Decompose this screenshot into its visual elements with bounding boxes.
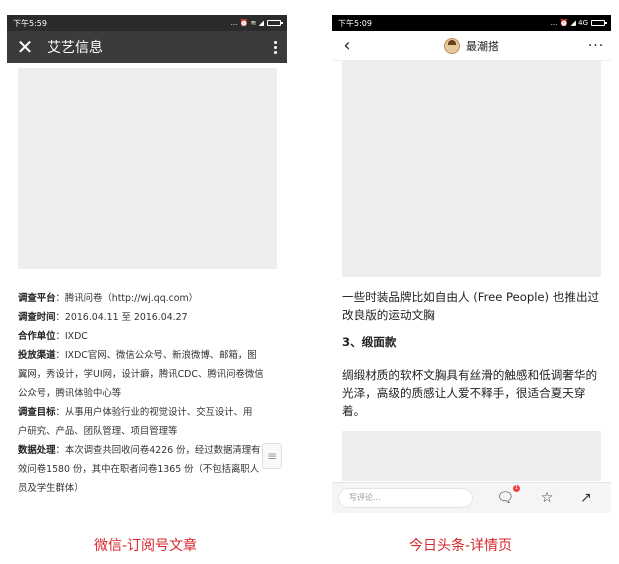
status-time: 下午5:09 (338, 18, 372, 28)
bottom-action-bar: 写评论... 🗨︎ 1 ☆ ↗ (332, 482, 611, 513)
caption-wechat: 微信-订阅号文章 (94, 538, 198, 554)
field-label: 投放渠道 (18, 350, 56, 361)
status-bar: 下午5:59 ... ⏰ ≋ ◢ (7, 15, 287, 31)
article-image-bottom (342, 431, 601, 481)
app-bar: ‹ 最潮搭 ··· (332, 31, 611, 61)
close-icon[interactable]: ✕ (7, 31, 43, 63)
article-paragraph: 一些时装品牌比如自由人 (Free People) 也推出过改良版的运动文胸 (342, 290, 600, 322)
star-icon[interactable]: ☆ (541, 490, 554, 506)
article-line: 翼网，秀设计，学UI网，设计癖，腾讯CDC、腾讯问卷微信 (18, 365, 280, 384)
more-menu-icon[interactable] (263, 40, 287, 54)
comment-input[interactable]: 写评论... (338, 488, 473, 508)
caption-toutiao: 今日头条-详情页 (409, 538, 513, 554)
status-icons: ... ⏰ ≋ ◢ (231, 19, 283, 27)
article-image-top (342, 61, 601, 277)
field-label: 数据处理 (18, 445, 56, 456)
page-title: 艾艺信息 (47, 40, 103, 56)
wechat-article-screen: 下午5:59 ... ⏰ ≋ ◢ ✕ 艾艺信息 调查平台：腾讯问卷（http:/… (7, 15, 287, 503)
status-bar: 下午5:09 ... ⏰ ◢ 4G (332, 15, 611, 31)
field-text: 公众号，腾讯体验中心等 (18, 388, 122, 399)
field-label: 合作单位 (18, 331, 56, 342)
avatar (444, 37, 460, 54)
comment-count-badge: 1 (512, 485, 521, 492)
field-text: ：本次调查共回收问卷4226 份，经过数据清理有 (55, 445, 261, 456)
back-icon[interactable]: ‹ (332, 35, 362, 56)
battery-icon (591, 20, 607, 26)
field-text: 翼网，秀设计，学UI网，设计癖，腾讯CDC、腾讯问卷微信 (18, 369, 264, 380)
field-text: ：腾讯问卷（http://wj.qq.com） (55, 293, 199, 304)
battery-icon (267, 20, 283, 26)
article-line: 公众号，腾讯体验中心等 (18, 384, 280, 403)
article-body: 调查平台：腾讯问卷（http://wj.qq.com） 调查时间：2016.04.… (18, 289, 280, 498)
section-heading: 3、缎面款 (342, 335, 397, 349)
field-text: ：IXDC (55, 331, 88, 342)
article-line: 数据处理：本次调查共回收问卷4226 份，经过数据清理有 (18, 441, 280, 460)
comment-icon[interactable]: 🗨︎ 1 (496, 485, 521, 506)
article-line: 投放渠道：IXDC官网、微信公众号、新浪微博、邮箱，图 (18, 346, 280, 365)
field-text: 户研究、产品、团队管理、项目管理等 (18, 426, 178, 437)
article-image (18, 68, 277, 269)
author-name: 最潮搭 (466, 39, 499, 53)
more-icon[interactable]: ··· (581, 38, 611, 54)
action-icons: 🗨︎ 1 ☆ ↗ (473, 485, 605, 506)
article-line: 合作单位：IXDC (18, 327, 280, 346)
article-line: 员及学生群体） (18, 479, 280, 498)
field-label: 调查时间 (18, 312, 56, 323)
field-text: ：IXDC官网、微信公众号、新浪微博、邮箱，图 (55, 350, 257, 361)
field-text: ：2016.04.11 至 2016.04.27 (55, 312, 188, 323)
article-line: 调查平台：腾讯问卷（http://wj.qq.com） (18, 289, 280, 308)
float-menu-icon[interactable]: ≡ (262, 443, 282, 469)
field-text: 效问卷1580 份，其中在职者问卷1365 份（不包括离职人 (18, 464, 260, 475)
status-time: 下午5:59 (13, 18, 47, 28)
article-paragraph: 绸缎材质的软杯文胸具有丝滑的触感和低调奢华的光泽，高级的质感让人爱不释手，很适合… (342, 368, 598, 418)
field-label: 调查目标 (18, 407, 56, 418)
app-bar: ✕ 艾艺信息 (7, 31, 287, 63)
field-label: 调查平台 (18, 293, 56, 304)
share-icon[interactable]: ↗ (580, 490, 592, 506)
article-line: 调查目标：从事用户体验行业的视觉设计、交互设计、用 (18, 403, 280, 422)
article-line: 调查时间：2016.04.11 至 2016.04.27 (18, 308, 280, 327)
article-line: 户研究、产品、团队管理、项目管理等 (18, 422, 280, 441)
field-text: 员及学生群体） (18, 483, 84, 494)
author-info[interactable]: 最潮搭 (362, 37, 581, 54)
toutiao-detail-screen: 下午5:09 ... ⏰ ◢ 4G ‹ 最潮搭 ··· 一些时装品牌比如自由人 … (332, 15, 611, 513)
article-line: 效问卷1580 份，其中在职者问卷1365 份（不包括离职人 (18, 460, 280, 479)
status-icons: ... ⏰ ◢ 4G (551, 19, 607, 27)
field-text: ：从事用户体验行业的视觉设计、交互设计、用 (55, 407, 253, 418)
